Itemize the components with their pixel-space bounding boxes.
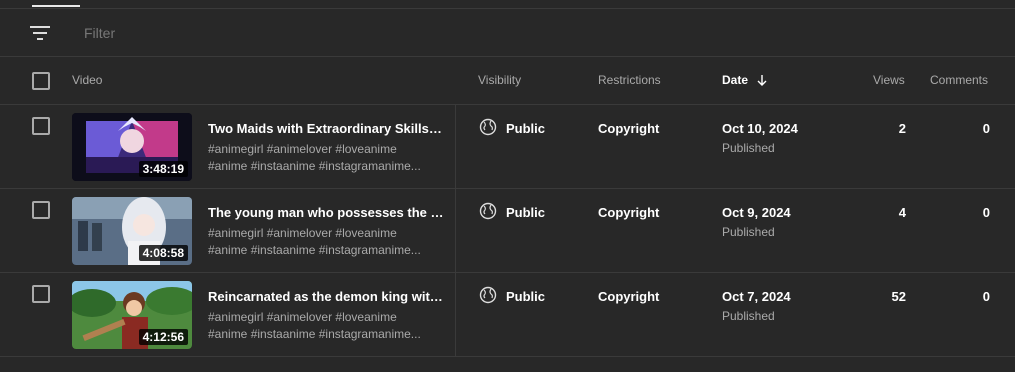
- column-header-visibility: Visibility: [478, 73, 522, 87]
- video-title[interactable]: Reincarnated as the demon king with t...: [208, 289, 444, 304]
- video-thumbnail[interactable]: 4:12:56: [72, 281, 192, 349]
- comments-count: 0: [982, 121, 990, 136]
- video-duration: 4:12:56: [138, 329, 188, 345]
- video-duration: 4:08:58: [138, 245, 188, 261]
- table-row[interactable]: 4:12:56 Reincarnated as the demon king w…: [0, 273, 1015, 357]
- row-separator: [455, 189, 456, 272]
- publish-status: Published: [722, 309, 775, 323]
- filter-bar: [0, 9, 1015, 57]
- column-header-views[interactable]: Views: [873, 73, 905, 87]
- row-separator: [455, 105, 456, 188]
- views-count: 52: [891, 289, 906, 304]
- column-header-restrictions: Restrictions: [598, 73, 661, 87]
- video-title[interactable]: Two Maids with Extraordinary Skills in .…: [208, 121, 444, 136]
- column-header-comments[interactable]: Comments: [930, 73, 988, 87]
- filter-icon[interactable]: [30, 25, 50, 41]
- visibility-value[interactable]: Public: [506, 205, 545, 220]
- visibility-value[interactable]: Public: [506, 289, 545, 304]
- comments-count: 0: [982, 289, 990, 304]
- video-description-line: #anime #instaanime #instagramanime...: [208, 159, 421, 173]
- table-row[interactable]: 4:08:58 The young man who possesses the …: [0, 189, 1015, 273]
- video-duration: 3:48:19: [138, 161, 188, 177]
- arrow-down-icon: [757, 74, 767, 86]
- visibility-value[interactable]: Public: [506, 121, 545, 136]
- globe-icon: [479, 118, 497, 136]
- comments-count: 0: [982, 205, 990, 220]
- restriction-value[interactable]: Copyright: [598, 121, 659, 136]
- restriction-value[interactable]: Copyright: [598, 205, 659, 220]
- views-count: 4: [898, 205, 906, 220]
- video-thumbnail[interactable]: 4:08:58: [72, 197, 192, 265]
- views-count: 2: [898, 121, 906, 136]
- active-tab-indicator: [32, 5, 80, 7]
- filter-input[interactable]: [84, 23, 384, 43]
- publish-status: Published: [722, 225, 775, 239]
- video-description-line: #animegirl #animelover #loveanime: [208, 226, 397, 240]
- video-thumbnail[interactable]: 3:48:19: [72, 113, 192, 181]
- video-title[interactable]: The young man who possesses the st...: [208, 205, 444, 220]
- column-header-date[interactable]: Date: [722, 73, 767, 87]
- select-all-checkbox[interactable]: [32, 72, 50, 90]
- row-checkbox[interactable]: [32, 117, 50, 135]
- restriction-value[interactable]: Copyright: [598, 289, 659, 304]
- globe-icon: [479, 286, 497, 304]
- video-description-line: #animegirl #animelover #loveanime: [208, 310, 397, 324]
- date-value: Oct 9, 2024: [722, 205, 791, 220]
- row-separator: [455, 273, 456, 356]
- column-header-date-label: Date: [722, 73, 749, 87]
- row-checkbox[interactable]: [32, 285, 50, 303]
- video-description-line: #anime #instaanime #instagramanime...: [208, 327, 421, 341]
- table-header: Video Visibility Restrictions Date Views…: [0, 57, 1015, 105]
- column-header-video: Video: [72, 73, 103, 87]
- table-row[interactable]: 3:48:19 Two Maids with Extraordinary Ski…: [0, 105, 1015, 189]
- publish-status: Published: [722, 141, 775, 155]
- date-value: Oct 7, 2024: [722, 289, 791, 304]
- row-checkbox[interactable]: [32, 201, 50, 219]
- video-description-line: #animegirl #animelover #loveanime: [208, 142, 397, 156]
- globe-icon: [479, 202, 497, 220]
- date-value: Oct 10, 2024: [722, 121, 798, 136]
- video-description-line: #anime #instaanime #instagramanime...: [208, 243, 421, 257]
